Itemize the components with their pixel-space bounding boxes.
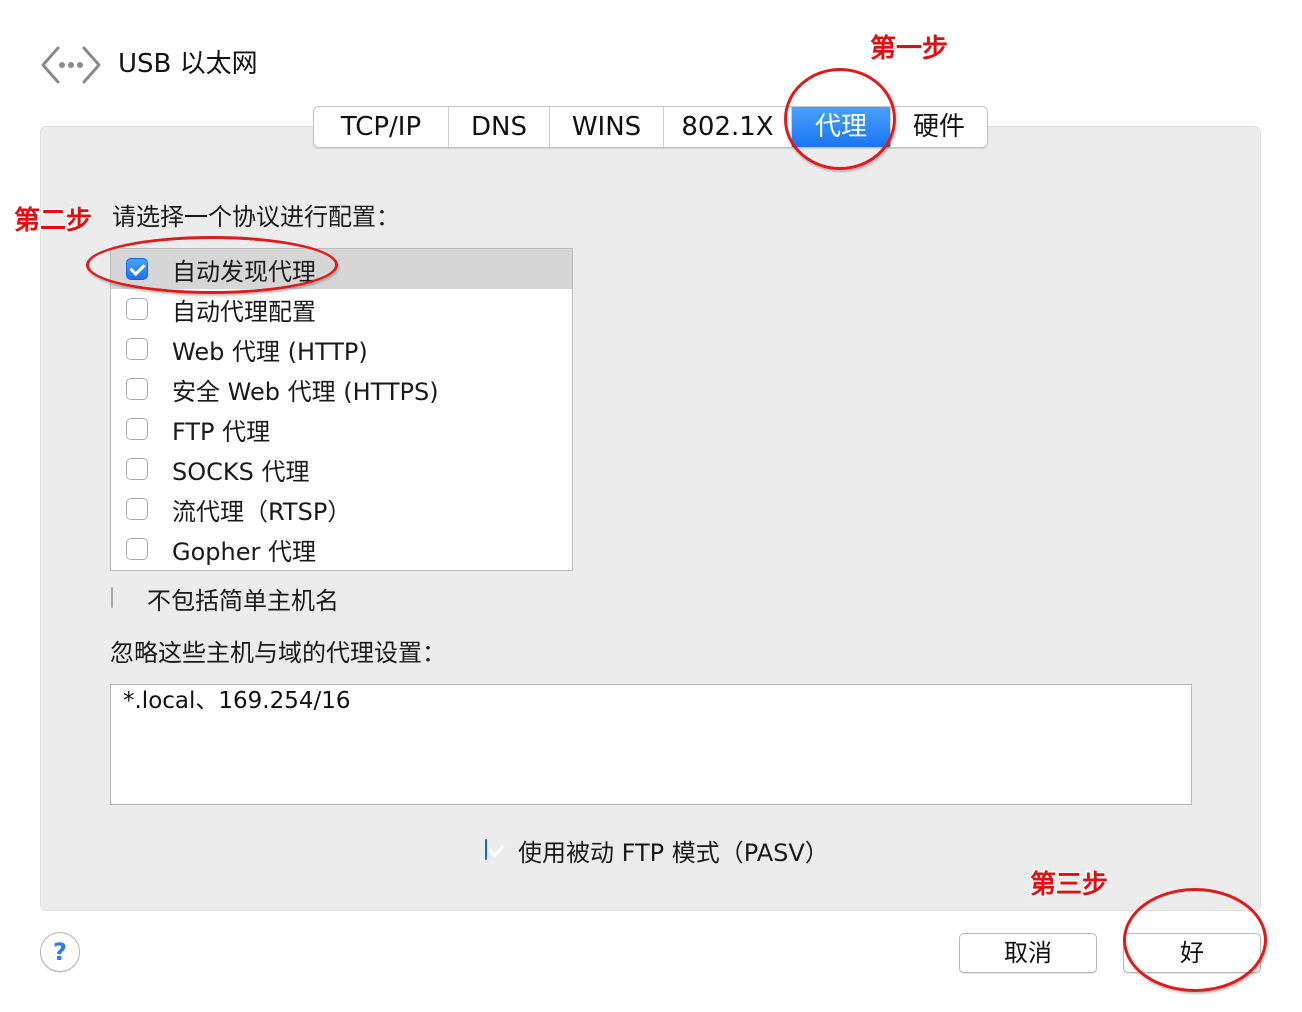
protocol-label: 安全 Web 代理 (HTTPS) [172,377,439,406]
exclude-simple-checkbox[interactable] [111,587,113,608]
checkbox[interactable] [126,458,148,480]
help-button[interactable]: ? [40,932,80,972]
protocol-label: Web 代理 (HTTP) [172,337,368,366]
protocol-row-auto-config[interactable]: 自动代理配置 [111,289,572,329]
protocol-row-https[interactable]: 安全 Web 代理 (HTTPS) [111,369,572,409]
annotation-circle-step1 [784,68,896,170]
protocol-row-rtsp[interactable]: 流代理（RTSP） [111,489,572,529]
annotation-step3: 第三步 [1030,870,1109,900]
annotation-step1: 第一步 [870,34,949,64]
checkbox[interactable] [126,338,148,360]
exclude-simple-label: 不包括简单主机名 [147,587,339,615]
bypass-label: 忽略这些主机与域的代理设置： [110,639,446,667]
network-arrows-icon [41,46,101,84]
tab-wins[interactable]: WINS [550,107,664,147]
protocol-label: Gopher 代理 [172,537,316,566]
protocol-label: 流代理（RTSP） [172,497,352,526]
protocol-row-http[interactable]: Web 代理 (HTTP) [111,329,572,369]
checkbox[interactable] [126,538,148,560]
protocol-label: FTP 代理 [172,417,271,446]
tab-hardware[interactable]: 硬件 [891,107,987,147]
annotation-circle-step3 [1123,888,1267,992]
protocol-row-ftp[interactable]: FTP 代理 [111,409,572,449]
checkbox[interactable] [126,298,148,320]
tab-tcpip[interactable]: TCP/IP [314,107,449,147]
cancel-button[interactable]: 取消 [959,933,1097,973]
protocol-row-socks[interactable]: SOCKS 代理 [111,449,572,489]
passive-ftp-checkbox[interactable] [485,839,487,860]
protocol-row-gopher[interactable]: Gopher 代理 [111,529,572,569]
annotation-circle-step2 [86,236,338,294]
bypass-hosts-input[interactable]: *.local、169.254/16 [110,684,1192,805]
protocol-label: 自动代理配置 [172,297,316,326]
annotation-step2: 第二步 [14,206,93,236]
protocol-list: 自动发现代理 自动代理配置 Web 代理 (HTTP) 安全 Web 代理 (H… [110,248,573,571]
checkbox[interactable] [126,378,148,400]
window-title: USB 以太网 [118,49,258,79]
checkbox[interactable] [126,418,148,440]
tab-dns[interactable]: DNS [449,107,550,147]
tab-8021x[interactable]: 802.1X [664,107,792,147]
protocol-heading: 请选择一个协议进行配置： [112,203,400,231]
checkbox[interactable] [126,498,148,520]
protocol-label: SOCKS 代理 [172,457,310,486]
passive-ftp-label: 使用被动 FTP 模式（PASV） [518,839,829,867]
